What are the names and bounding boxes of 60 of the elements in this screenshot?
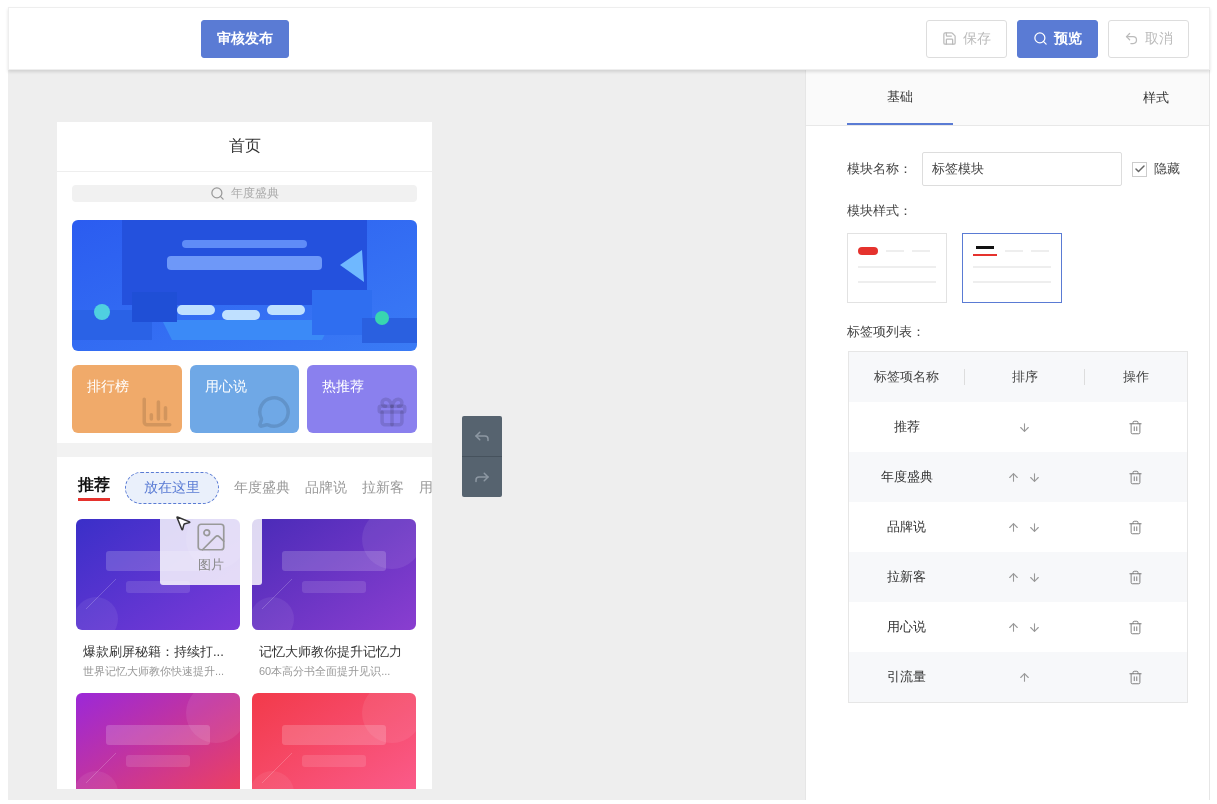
- delete-icon[interactable]: [1128, 519, 1143, 535]
- name-input[interactable]: 标签模块: [922, 152, 1122, 186]
- undo-icon: [1124, 31, 1139, 46]
- checkbox-label: 隐藏: [1154, 160, 1180, 178]
- cursor-icon: [174, 514, 192, 532]
- up-arrow-icon[interactable]: [1007, 520, 1020, 534]
- field-label: 标签项列表：: [847, 323, 926, 341]
- page-title: 首页: [57, 122, 432, 172]
- gift-icon: [375, 395, 409, 429]
- image-icon: [194, 520, 228, 554]
- down-arrow-icon[interactable]: [1028, 620, 1041, 634]
- card-subtitle: 60本高分书全面提升见识...: [258, 664, 392, 679]
- down-arrow-icon[interactable]: [1028, 520, 1041, 534]
- column-header: 排序: [1010, 368, 1039, 386]
- tab[interactable]: 用: [419, 479, 432, 497]
- chat-icon: [257, 395, 292, 429]
- shortcut-tile[interactable]: 用心说: [189, 365, 300, 433]
- table-cell-text: 品牌说: [886, 518, 927, 536]
- card-subtitle: 世界记忆大师教你快速提升...: [82, 664, 226, 679]
- delete-icon[interactable]: [1128, 419, 1143, 435]
- table-cell-text: 拉新客: [886, 568, 927, 586]
- delete-icon[interactable]: [1128, 569, 1143, 585]
- shortcut-tile[interactable]: 热推荐: [307, 365, 417, 433]
- down-arrow-icon[interactable]: [1028, 470, 1041, 484]
- column-header: 操作: [1122, 368, 1150, 386]
- publish-button[interactable]: 审核发布: [201, 19, 289, 58]
- up-arrow-icon[interactable]: [1007, 470, 1020, 484]
- table-cell-text: 年度盛典: [879, 468, 934, 486]
- search-field[interactable]: 年度盛典: [72, 185, 417, 202]
- tab[interactable]: 样式: [1103, 70, 1209, 125]
- down-arrow-icon[interactable]: [1017, 420, 1031, 434]
- search-icon: [210, 186, 225, 201]
- shortcut-tile[interactable]: 排行榜: [72, 365, 182, 433]
- preview-button[interactable]: 预览: [1017, 19, 1098, 58]
- tab[interactable]: 品牌说: [305, 479, 347, 497]
- tab[interactable]: 拉新客: [362, 479, 404, 497]
- field-label: 模块样式：: [847, 202, 913, 220]
- table-cell-text: 推荐: [892, 418, 921, 436]
- delete-icon[interactable]: [1128, 619, 1143, 635]
- up-arrow-icon[interactable]: [1007, 620, 1020, 634]
- table-cell-text: 用心说: [886, 618, 927, 636]
- hide-checkbox[interactable]: [1132, 161, 1147, 177]
- tab[interactable]: 年度盛典: [234, 479, 290, 497]
- up-arrow-icon[interactable]: [1007, 570, 1020, 584]
- tab[interactable]: 推荐: [78, 475, 110, 501]
- card-title: 记忆大师教你提升记忆力: [258, 643, 403, 661]
- up-arrow-icon[interactable]: [1017, 670, 1031, 684]
- table-cell-text: 引流量: [886, 668, 927, 686]
- delete-icon[interactable]: [1128, 469, 1143, 485]
- field-label: 模块名称：: [847, 160, 912, 178]
- delete-icon[interactable]: [1128, 669, 1143, 685]
- column-header: 标签项名称: [873, 368, 940, 386]
- ghost-label: 图片: [198, 556, 224, 574]
- drop-placeholder[interactable]: 放在这里: [125, 472, 219, 504]
- card-title: 爆款刷屏秘籍：持续打...: [82, 643, 225, 661]
- style-option[interactable]: [962, 233, 1062, 303]
- search-icon: [1033, 31, 1048, 46]
- down-arrow-icon[interactable]: [1028, 570, 1041, 584]
- chart-icon: [139, 395, 174, 429]
- tab[interactable]: 基础: [847, 70, 953, 125]
